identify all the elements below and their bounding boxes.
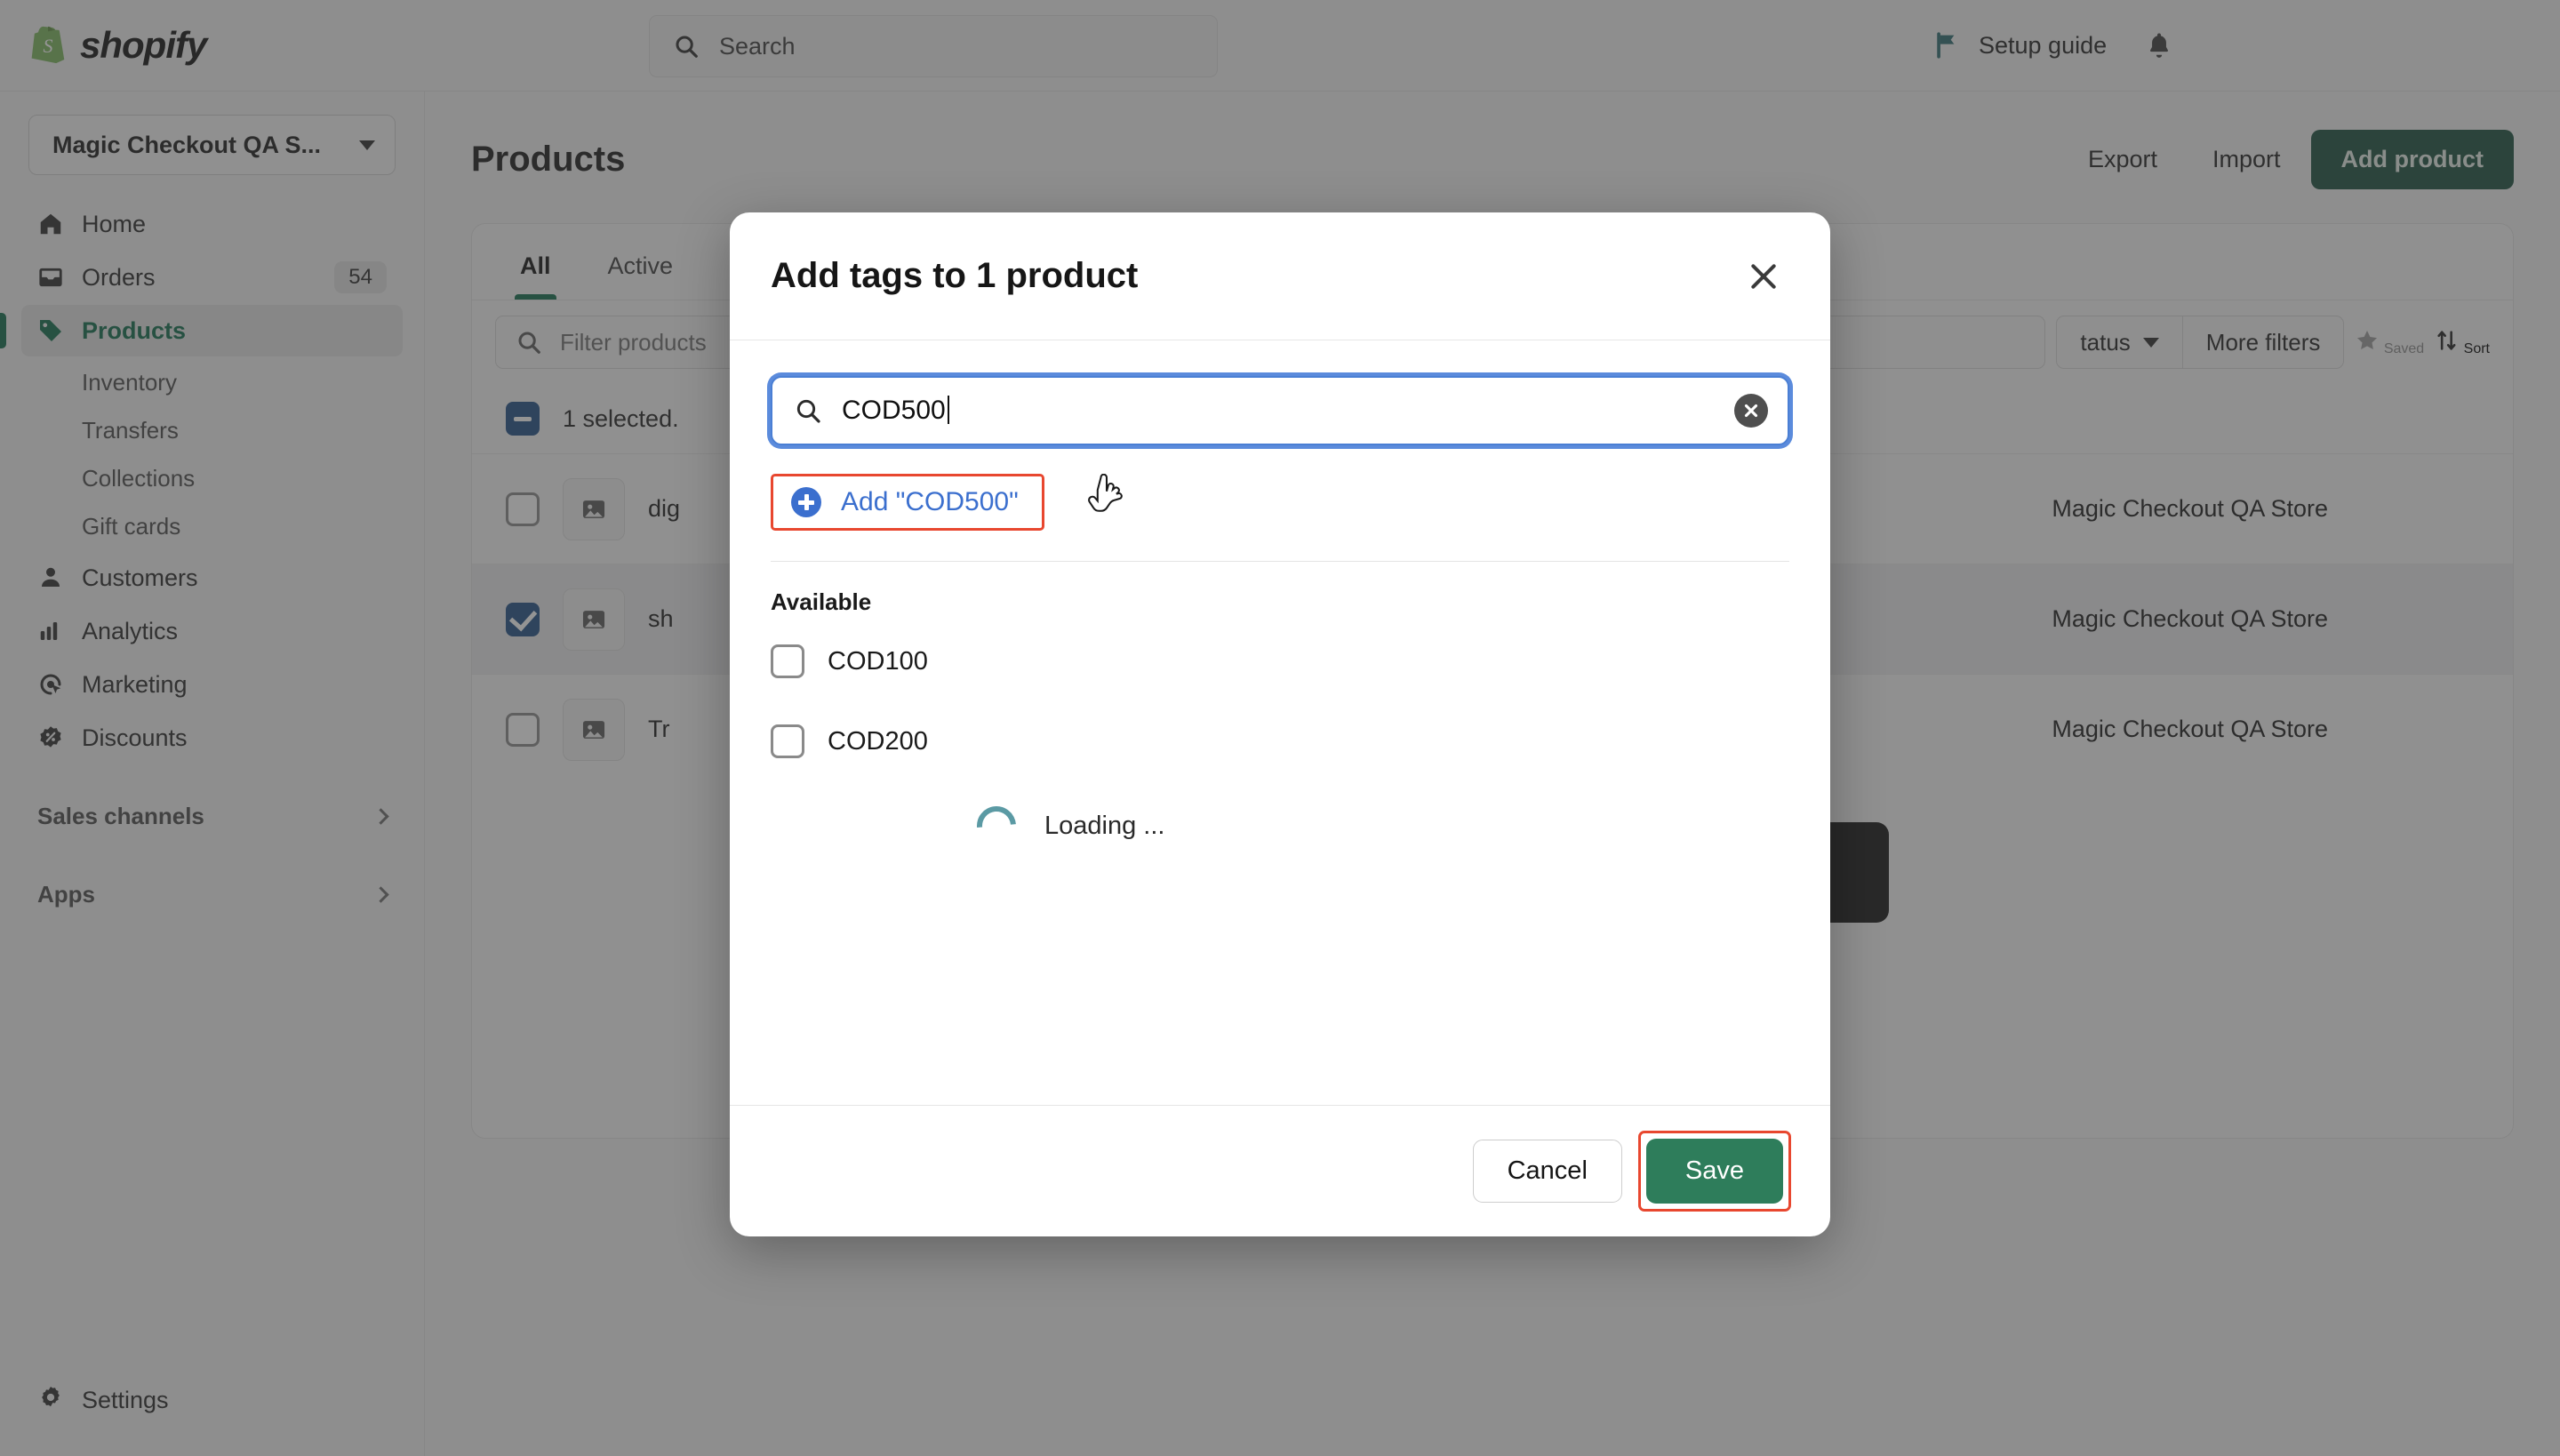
screen: S shopify Search Setup guide	[0, 0, 2560, 1456]
close-icon	[1751, 263, 1776, 289]
modal-divider	[771, 561, 1789, 562]
clear-search-button[interactable]	[1734, 394, 1768, 428]
save-button[interactable]: Save	[1645, 1139, 1783, 1204]
tag-search-text: COD500	[842, 396, 946, 425]
available-section-label: Available	[771, 588, 872, 615]
cancel-button[interactable]: Cancel	[1472, 1140, 1622, 1203]
save-button-highlight: Save	[1637, 1131, 1791, 1212]
modal-header: Add tags to 1 product	[730, 212, 1830, 340]
tag-label: COD200	[828, 726, 928, 756]
loading-text: Loading ...	[1044, 811, 1165, 840]
modal-footer: Cancel Save	[730, 1105, 1830, 1236]
tag-option-row[interactable]: COD100	[771, 627, 1789, 696]
modal-body: COD500 Add "COD500" Available COD100 COD…	[730, 340, 1830, 1105]
clear-circle-icon	[1744, 404, 1758, 418]
tag-search-input[interactable]: COD500	[771, 376, 1789, 445]
tag-label: COD100	[828, 646, 928, 676]
close-button[interactable]	[1736, 249, 1791, 304]
tag-checkbox[interactable]	[771, 644, 804, 678]
loading-indicator: Loading ...	[771, 798, 1789, 853]
modal-title: Add tags to 1 product	[771, 256, 1139, 295]
plus-circle-icon	[791, 487, 821, 517]
tag-search-value: COD500	[842, 396, 1715, 426]
search-icon	[796, 399, 820, 423]
spinner-icon	[969, 798, 1024, 853]
text-caret	[947, 396, 949, 424]
add-tags-modal: Add tags to 1 product COD500 Add "COD500…	[730, 212, 1830, 1236]
tag-option-row[interactable]: COD200	[771, 707, 1789, 776]
mouse-cursor-pointer-icon	[1088, 474, 1123, 512]
tag-checkbox[interactable]	[771, 724, 804, 758]
add-new-tag-label: Add "COD500"	[841, 487, 1019, 516]
add-new-tag-button[interactable]: Add "COD500"	[771, 474, 1044, 531]
